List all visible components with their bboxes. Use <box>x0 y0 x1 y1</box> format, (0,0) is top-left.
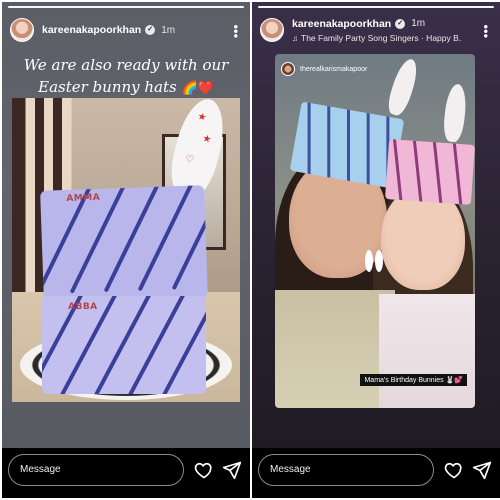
verified-badge-icon: ✓ <box>145 25 156 35</box>
story-progress-bar <box>8 6 244 8</box>
caption-line-2: Easter bunny hats 🌈❤️ <box>12 76 240 100</box>
paper-bunny-ear-1 <box>384 56 422 118</box>
more-options-icon[interactable]: ••• <box>479 24 494 38</box>
story-username[interactable]: kareenakapoorkhan <box>292 18 391 30</box>
verified-badge-icon: ✓ <box>395 18 406 29</box>
star-doodle-icon: ★ <box>201 132 213 146</box>
caption-line-2-text: Easter bunny hats <box>38 78 177 96</box>
paper-bunny-ear-2 <box>442 83 468 143</box>
profile-avatar[interactable] <box>260 18 284 42</box>
caption-emoji: 🌈❤️ <box>181 81 214 96</box>
story-panel-right[interactable]: kareenakapoorkhan ✓ 1m ♫ The Family Party… <box>252 2 500 498</box>
story-header: kareenakapoorkhan ✓ 1m ♫ The Family Party… <box>260 16 494 44</box>
story-caption: We are also ready with our Easter bunny … <box>12 54 240 100</box>
story-footer: Message <box>2 448 250 498</box>
music-attribution[interactable]: ♫ The Family Party Song Singers · Happy B… <box>292 33 462 43</box>
story-text-sticker: Mama's Birthday Bunnies 🐰💕 <box>360 374 467 386</box>
hat-label-abba: ABBA <box>68 302 98 312</box>
paper-hat-amma: AMMA <box>40 185 208 303</box>
profile-avatar[interactable] <box>10 18 34 42</box>
story-progress-bar <box>258 6 494 8</box>
more-options-icon[interactable]: ••• <box>229 24 244 38</box>
story-username[interactable]: kareenakapoorkhan <box>42 24 141 36</box>
person-1-outfit <box>275 290 395 408</box>
paper-hat-pink <box>385 139 475 205</box>
reposted-username: therealkarismakapoor <box>300 65 368 73</box>
story-timestamp: 1m <box>411 18 426 29</box>
heart-icon[interactable] <box>444 460 464 480</box>
story-photo-hats: ★ ★ ♡ AMMA ABBA <box>12 98 240 402</box>
story-footer: Message <box>252 448 500 498</box>
hat-label-amma: AMMA <box>66 192 101 204</box>
paper-hat-abba: ABBA <box>42 296 206 394</box>
person-2-outfit <box>379 294 475 408</box>
caption-line-1: We are also ready with our <box>23 56 229 74</box>
music-note-icon: ♫ <box>292 33 298 43</box>
send-icon[interactable] <box>222 460 242 480</box>
header-row: kareenakapoorkhan ✓ 1m <box>292 18 462 30</box>
star-doodle-icon: ★ <box>196 111 208 124</box>
message-input[interactable] <box>8 454 184 486</box>
music-title: The Family Party Song Singers · Happy B.… <box>301 32 462 43</box>
story-header-text: kareenakapoorkhan ✓ 1m ♫ The Family Party… <box>292 18 462 43</box>
send-icon[interactable] <box>472 460 492 480</box>
story-panel-left[interactable]: kareenakapoorkhan ✓ 1m ••• We are also r… <box>2 2 250 498</box>
bunny-ears-sticker-icon <box>363 250 385 283</box>
instagram-stories-side-by-side: kareenakapoorkhan ✓ 1m ••• We are also r… <box>0 0 500 500</box>
heart-icon[interactable] <box>194 460 214 480</box>
story-header: kareenakapoorkhan ✓ 1m ••• <box>10 16 244 44</box>
reposted-avatar <box>281 62 295 76</box>
heart-doodle-icon: ♡ <box>183 153 196 167</box>
story-timestamp: 1m <box>161 24 176 36</box>
message-input[interactable] <box>258 454 434 486</box>
story-photo-selfie[interactable]: therealkarismakapoor Mama's Birthday Bun… <box>275 54 475 408</box>
reposted-from[interactable]: therealkarismakapoor <box>281 62 367 76</box>
